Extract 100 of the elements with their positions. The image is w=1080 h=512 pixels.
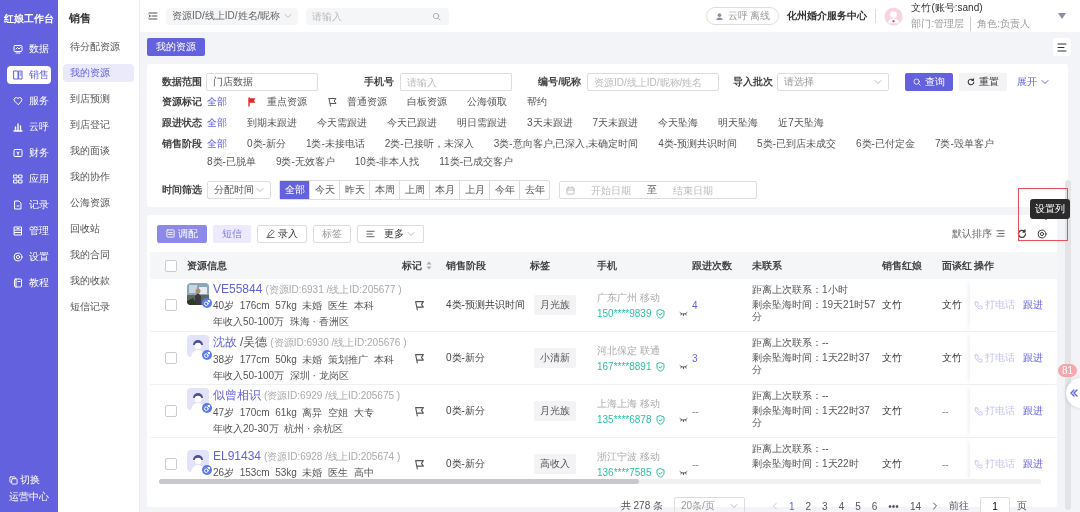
page-tab[interactable]: 我的资源 [147, 38, 205, 56]
filter-option[interactable]: 今天已跟进 [387, 117, 437, 129]
page-number[interactable]: 1 [789, 500, 795, 512]
filter-option[interactable]: 明天坠海 [718, 117, 759, 129]
nav-item[interactable]: 应用 [7, 170, 51, 188]
customer-name[interactable]: 沈故 [213, 333, 237, 351]
action-link[interactable]: 跟进 [1023, 351, 1043, 365]
range-tab[interactable]: 全部 [280, 181, 309, 199]
filter-option[interactable]: 3天未跟进 [527, 117, 573, 129]
menu-item[interactable]: 我的资源 [63, 64, 134, 82]
switch-button[interactable]: 切换 [9, 473, 49, 487]
filter-option[interactable]: 白板资源 [407, 96, 447, 108]
nav-item[interactable]: 销售 [7, 66, 51, 84]
flag-icon [247, 97, 257, 107]
range-tab[interactable]: 今天 [309, 181, 339, 199]
customer-name[interactable]: EL91434 [213, 448, 262, 463]
action-link[interactable]: 跟进 [1023, 457, 1043, 471]
filter-option[interactable]: 1类-未接电话 [305, 138, 365, 150]
filter-option[interactable]: 4类-预测共识时间 [658, 138, 738, 150]
menu-item[interactable]: 到店登记 [63, 116, 134, 134]
menu-item[interactable]: 短信记录 [63, 298, 134, 316]
filter-option[interactable]: 全部 [207, 96, 227, 108]
page-number[interactable]: ••• [888, 500, 899, 512]
nav-item[interactable]: 教程 [7, 274, 51, 292]
filter-option[interactable]: 9类-无效客户 [275, 156, 335, 168]
page-number[interactable]: 3 [822, 500, 828, 512]
toolbar-button[interactable]: 录入 [257, 224, 307, 243]
query-button[interactable]: 查询 [905, 73, 953, 91]
nav-item[interactable]: 设置 [7, 248, 51, 266]
column-header: 标记 [402, 258, 422, 273]
input-field[interactable]: 请输入 [400, 73, 512, 91]
filter-option[interactable]: 2类-已接听，未深入 [384, 138, 474, 150]
reset-button[interactable]: 重置 [959, 73, 1007, 91]
filter-option[interactable]: 11类-已成交客户 [439, 156, 513, 168]
filter-option[interactable]: 0类-新分 [247, 138, 286, 150]
filter-option[interactable]: 3类-意向客户,已深入,未确定时间 [493, 138, 639, 150]
row-checkbox[interactable] [165, 405, 177, 417]
nav-item[interactable]: 管理 [7, 222, 51, 240]
select-field[interactable]: 分配时间 [207, 181, 271, 199]
expand-link[interactable]: 展开 [1013, 73, 1053, 91]
input-field[interactable]: 门店数据 [206, 73, 318, 91]
toolbar-button[interactable]: 更多 [357, 224, 424, 243]
page-number[interactable]: 14 [909, 500, 921, 512]
filter-option[interactable]: 7类-毁单客户 [934, 138, 994, 150]
range-tab[interactable]: 今年 [489, 181, 519, 199]
row-checkbox[interactable] [165, 458, 177, 470]
page-number[interactable]: 5 [855, 500, 861, 512]
page-input[interactable]: 1 [980, 497, 1010, 512]
page-number[interactable]: 6 [871, 500, 878, 512]
filter-option[interactable]: 公海领取 [467, 96, 507, 108]
filter-option[interactable]: 今天需跟进 [317, 117, 367, 129]
filter-option[interactable]: 今天坠海 [658, 117, 699, 129]
menu-item[interactable]: 我的收款 [63, 272, 134, 290]
menu-item[interactable]: 我的协作 [63, 168, 134, 186]
page-number[interactable]: 2 [805, 500, 812, 512]
nav-item[interactable]: 数据 [7, 40, 51, 58]
list-button[interactable] [1053, 38, 1071, 56]
menu-item[interactable]: 回收站 [63, 220, 134, 238]
filter-option[interactable]: 10类-非本人找 [354, 156, 420, 168]
menu-item[interactable]: 我的合同 [63, 246, 134, 264]
customer-name[interactable]: 似曾相识 [213, 386, 261, 404]
range-tab[interactable]: 昨天 [339, 181, 369, 199]
menu-item[interactable]: 公海资源 [63, 194, 134, 212]
row-checkbox[interactable] [165, 299, 177, 311]
page-number[interactable]: 4 [838, 500, 845, 512]
nav-item[interactable]: 服务 [7, 92, 51, 110]
range-tab[interactable]: 去年 [519, 181, 549, 199]
filter-option[interactable]: 7天未跟进 [592, 117, 639, 129]
filter-option[interactable]: 明日需跟进 [457, 117, 507, 129]
filter-option[interactable]: 全部 [207, 117, 227, 129]
customer-name[interactable]: VE55844 [213, 281, 263, 296]
range-tab[interactable]: 本周 [369, 181, 399, 199]
filter-option[interactable]: 到期未跟进 [247, 117, 297, 129]
search-type-select[interactable]: 资源ID/线上ID/姓名/昵称 [166, 7, 299, 25]
filter-option[interactable]: 重点资源 [247, 96, 307, 108]
range-tab[interactable]: 上周 [399, 181, 429, 199]
menu-item[interactable]: 我的面谈 [63, 142, 134, 160]
filter-option[interactable]: 近7天坠海 [778, 117, 824, 129]
action-link[interactable]: 跟进 [1023, 404, 1043, 418]
filter-option[interactable]: 8类-已脱单 [207, 156, 256, 168]
scrollbar-thumb[interactable] [159, 479, 639, 484]
filter-option[interactable]: 普通资源 [327, 96, 387, 108]
nav-item[interactable]: 财务 [7, 144, 51, 162]
nav-item[interactable]: 记录 [7, 196, 51, 214]
last-contact: 距离上次联系：1小时 [752, 284, 849, 296]
menu-item[interactable]: 到店预测 [63, 90, 134, 108]
goto-label: 前往 [949, 499, 969, 512]
action-link[interactable]: 跟进 [1023, 298, 1043, 312]
nav-item[interactable]: 云呼 [7, 118, 51, 136]
filter-option[interactable]: 5类-已到店未成交 [757, 138, 836, 150]
filter-option[interactable]: 帮约 [527, 96, 547, 108]
filter-option[interactable]: 全部 [207, 138, 227, 150]
menu-item[interactable]: 待分配资源 [63, 38, 134, 56]
range-tab[interactable]: 本月 [429, 181, 459, 199]
person-avatar-icon [187, 387, 209, 410]
sort-icon [996, 229, 1005, 238]
filter-option[interactable]: 6类-已付定金 [856, 138, 915, 150]
range-tab[interactable]: 上月 [459, 181, 489, 199]
select-all-checkbox[interactable] [165, 259, 177, 272]
row-checkbox[interactable] [165, 352, 177, 364]
